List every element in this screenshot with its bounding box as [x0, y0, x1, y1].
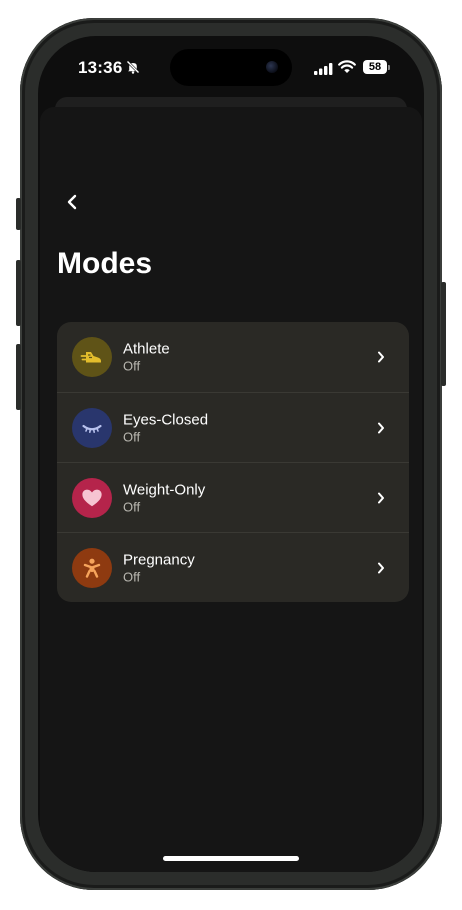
chevron-right-icon: [375, 351, 387, 363]
home-indicator[interactable]: [163, 856, 299, 861]
status-time: 13:36: [78, 58, 123, 77]
mode-name: Athlete: [123, 340, 170, 358]
modes-list: Athlete Off Eyes-Closed Off Weight-Only …: [57, 322, 409, 602]
mode-status: Off: [123, 569, 141, 584]
mode-row-pregnancy[interactable]: Pregnancy Off: [57, 532, 409, 602]
mode-text: Eyes-Closed Off: [123, 411, 208, 444]
dynamic-island: [170, 49, 292, 86]
mode-row-athlete[interactable]: Athlete Off: [57, 322, 409, 392]
person-icon: [72, 547, 112, 588]
chevron-left-icon: [66, 194, 78, 215]
mode-row-eyes-closed[interactable]: Eyes-Closed Off: [57, 392, 409, 462]
chevron-right-icon: [375, 422, 387, 434]
status-bar: 13:36 58: [38, 36, 424, 100]
screen: 13:36 58 Modes Athlete Off Eyes-Closed O…: [38, 36, 424, 872]
mode-row-weight-only[interactable]: Weight-Only Off: [57, 462, 409, 532]
mode-text: Weight-Only Off: [123, 481, 205, 514]
mode-status: Off: [123, 358, 141, 374]
cellular-signal-icon: [314, 62, 333, 80]
mode-name: Eyes-Closed: [123, 411, 209, 428]
volume-up-button: [16, 260, 21, 326]
page-title: Modes: [57, 247, 153, 280]
mode-name: Weight-Only: [123, 481, 206, 498]
power-button: [441, 282, 446, 386]
running-shoe-icon: [72, 337, 112, 377]
mode-status: Off: [123, 499, 141, 514]
battery-icon: 58: [363, 60, 387, 74]
modes-sheet: Modes Athlete Off Eyes-Closed Off Weight…: [40, 107, 422, 872]
wifi-icon: [338, 60, 356, 79]
mode-text: Pregnancy Off: [123, 551, 195, 584]
back-button[interactable]: [60, 192, 84, 216]
front-camera: [266, 61, 278, 73]
bell-slash-icon: [126, 60, 140, 79]
chevron-right-icon: [375, 562, 387, 574]
chevron-right-icon: [375, 492, 387, 504]
closed-eye-icon: [72, 407, 112, 448]
battery-tip: [388, 65, 390, 70]
action-button: [16, 198, 21, 230]
mode-name: Pregnancy: [123, 551, 195, 568]
mode-text: Athlete Off: [123, 341, 170, 374]
mode-status: Off: [123, 429, 141, 444]
volume-down-button: [16, 344, 21, 410]
heart-icon: [72, 477, 112, 518]
